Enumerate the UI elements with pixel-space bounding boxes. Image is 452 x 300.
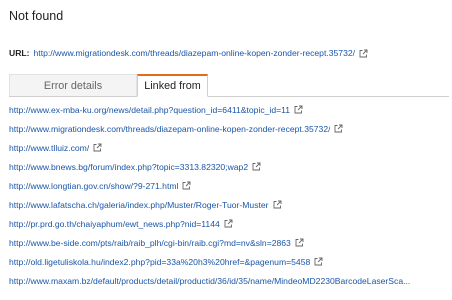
list-item: http://www.be-side.com/pts/raib/raib_plh… <box>9 233 449 252</box>
external-link-icon[interactable] <box>294 105 303 114</box>
list-item: http://www.bnews.bg/forum/index.php?topi… <box>9 157 449 176</box>
list-item: http://www.longtian.gov.cn/show/?9-271.h… <box>9 176 449 195</box>
external-link-icon[interactable] <box>252 162 261 171</box>
linked-url[interactable]: http://www.tlluiz.com/ <box>9 143 89 153</box>
linked-url[interactable]: http://www.bnews.bg/forum/index.php?topi… <box>9 162 248 172</box>
list-item: http://www.lafatscha.ch/galeria/index.ph… <box>9 195 449 214</box>
list-item: http://pr.prd.go.th/chaiyaphum/ewt_news.… <box>9 214 449 233</box>
page: Not found URL: http://www.migrationdesk.… <box>0 0 452 300</box>
list-item: http://www.ex-mba-ku.org/news/detail.php… <box>9 100 449 119</box>
external-link-icon[interactable] <box>314 257 323 266</box>
linked-url[interactable]: http://pr.prd.go.th/chaiyaphum/ewt_news.… <box>9 219 220 229</box>
tab-linked-from[interactable]: Linked from <box>137 74 208 97</box>
external-link-icon[interactable] <box>182 181 191 190</box>
external-link-icon[interactable] <box>295 238 304 247</box>
external-link-icon[interactable] <box>359 49 368 58</box>
linked-url[interactable]: http://www.maxam.bz/default/products/det… <box>9 276 410 286</box>
tab-error-details[interactable]: Error details <box>9 74 137 96</box>
page-title: Not found <box>9 9 64 23</box>
list-item: http://www.migrationdesk.com/threads/dia… <box>9 119 449 138</box>
external-link-icon[interactable] <box>224 219 233 228</box>
external-link-icon[interactable] <box>273 200 282 209</box>
list-item: http://www.tlluiz.com/ <box>9 138 449 157</box>
url-link[interactable]: http://www.migrationdesk.com/threads/dia… <box>34 48 355 58</box>
list-item: http://www.maxam.bz/default/products/det… <box>9 271 449 290</box>
url-label: URL: <box>9 48 30 58</box>
linked-url[interactable]: http://old.ligetuliskola.hu/index2.php?p… <box>9 257 310 267</box>
url-row: URL: http://www.migrationdesk.com/thread… <box>9 48 449 58</box>
linked-url[interactable]: http://www.migrationdesk.com/threads/dia… <box>9 124 330 134</box>
linked-url[interactable]: http://www.longtian.gov.cn/show/?9-271.h… <box>9 181 178 191</box>
linked-url[interactable]: http://www.ex-mba-ku.org/news/detail.php… <box>9 105 290 115</box>
external-link-icon[interactable] <box>93 143 102 152</box>
linked-from-list: http://www.ex-mba-ku.org/news/detail.php… <box>9 100 449 290</box>
tab-bar: Error details Linked from <box>9 74 449 97</box>
linked-url[interactable]: http://www.lafatscha.ch/galeria/index.ph… <box>9 200 269 210</box>
linked-url[interactable]: http://www.be-side.com/pts/raib/raib_plh… <box>9 238 291 248</box>
external-link-icon[interactable] <box>334 124 343 133</box>
list-item: http://old.ligetuliskola.hu/index2.php?p… <box>9 252 449 271</box>
